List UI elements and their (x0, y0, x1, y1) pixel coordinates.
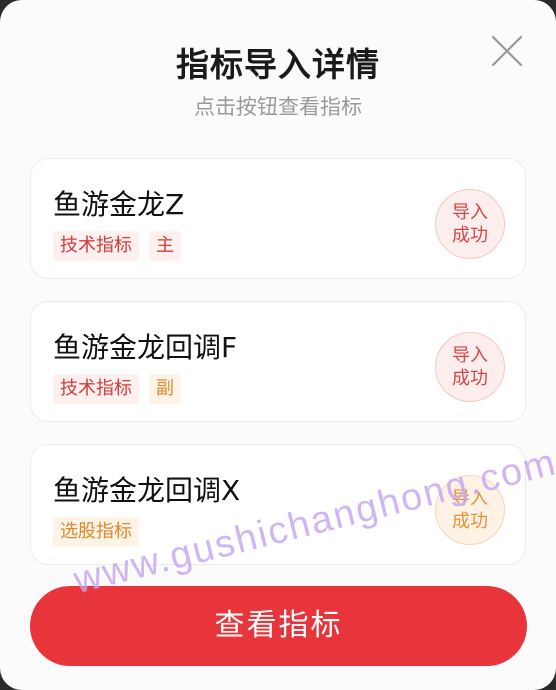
dialog-subtitle: 点击按钮查看指标 (194, 95, 362, 119)
indicator-type-tag: 技术指标 (53, 231, 139, 261)
dialog-title: 指标导入详情 (176, 45, 380, 84)
view-indicators-button[interactable]: 查看指标 (30, 586, 527, 666)
indicator-name: 鱼游金龙回调X (53, 474, 241, 507)
indicator-card: 鱼游金龙回调F 技术指标 副 导入 成功 (30, 301, 526, 422)
stamp-line2: 成功 (452, 368, 488, 389)
indicator-tags: 技术指标 副 (53, 374, 181, 404)
stamp-line1: 导入 (452, 202, 488, 223)
indicator-tags: 技术指标 主 (53, 231, 181, 261)
indicator-type-tag: 技术指标 (53, 374, 139, 404)
stamp-line2: 成功 (452, 225, 488, 246)
stamp-line1: 导入 (452, 345, 488, 366)
indicator-position-tag: 副 (149, 374, 181, 404)
indicator-card: 鱼游金龙回调X 选股指标 导入 成功 (30, 444, 526, 565)
import-success-stamp: 导入 成功 (435, 332, 505, 402)
indicator-type-tag: 选股指标 (53, 517, 139, 547)
indicator-position-tag: 主 (149, 231, 181, 261)
indicator-tags: 选股指标 (53, 517, 139, 547)
import-details-dialog: 指标导入详情 点击按钮查看指标 鱼游金龙Z 技术指标 主 导入 成功 鱼游金龙回… (0, 0, 556, 690)
import-success-stamp: 导入 成功 (435, 475, 505, 545)
import-success-stamp: 导入 成功 (435, 189, 505, 259)
stamp-line2: 成功 (452, 511, 488, 532)
stamp-line1: 导入 (452, 488, 488, 509)
indicator-name: 鱼游金龙回调F (53, 331, 238, 364)
indicator-card: 鱼游金龙Z 技术指标 主 导入 成功 (30, 158, 526, 279)
indicator-name: 鱼游金龙Z (53, 188, 185, 221)
close-icon[interactable] (488, 32, 526, 70)
